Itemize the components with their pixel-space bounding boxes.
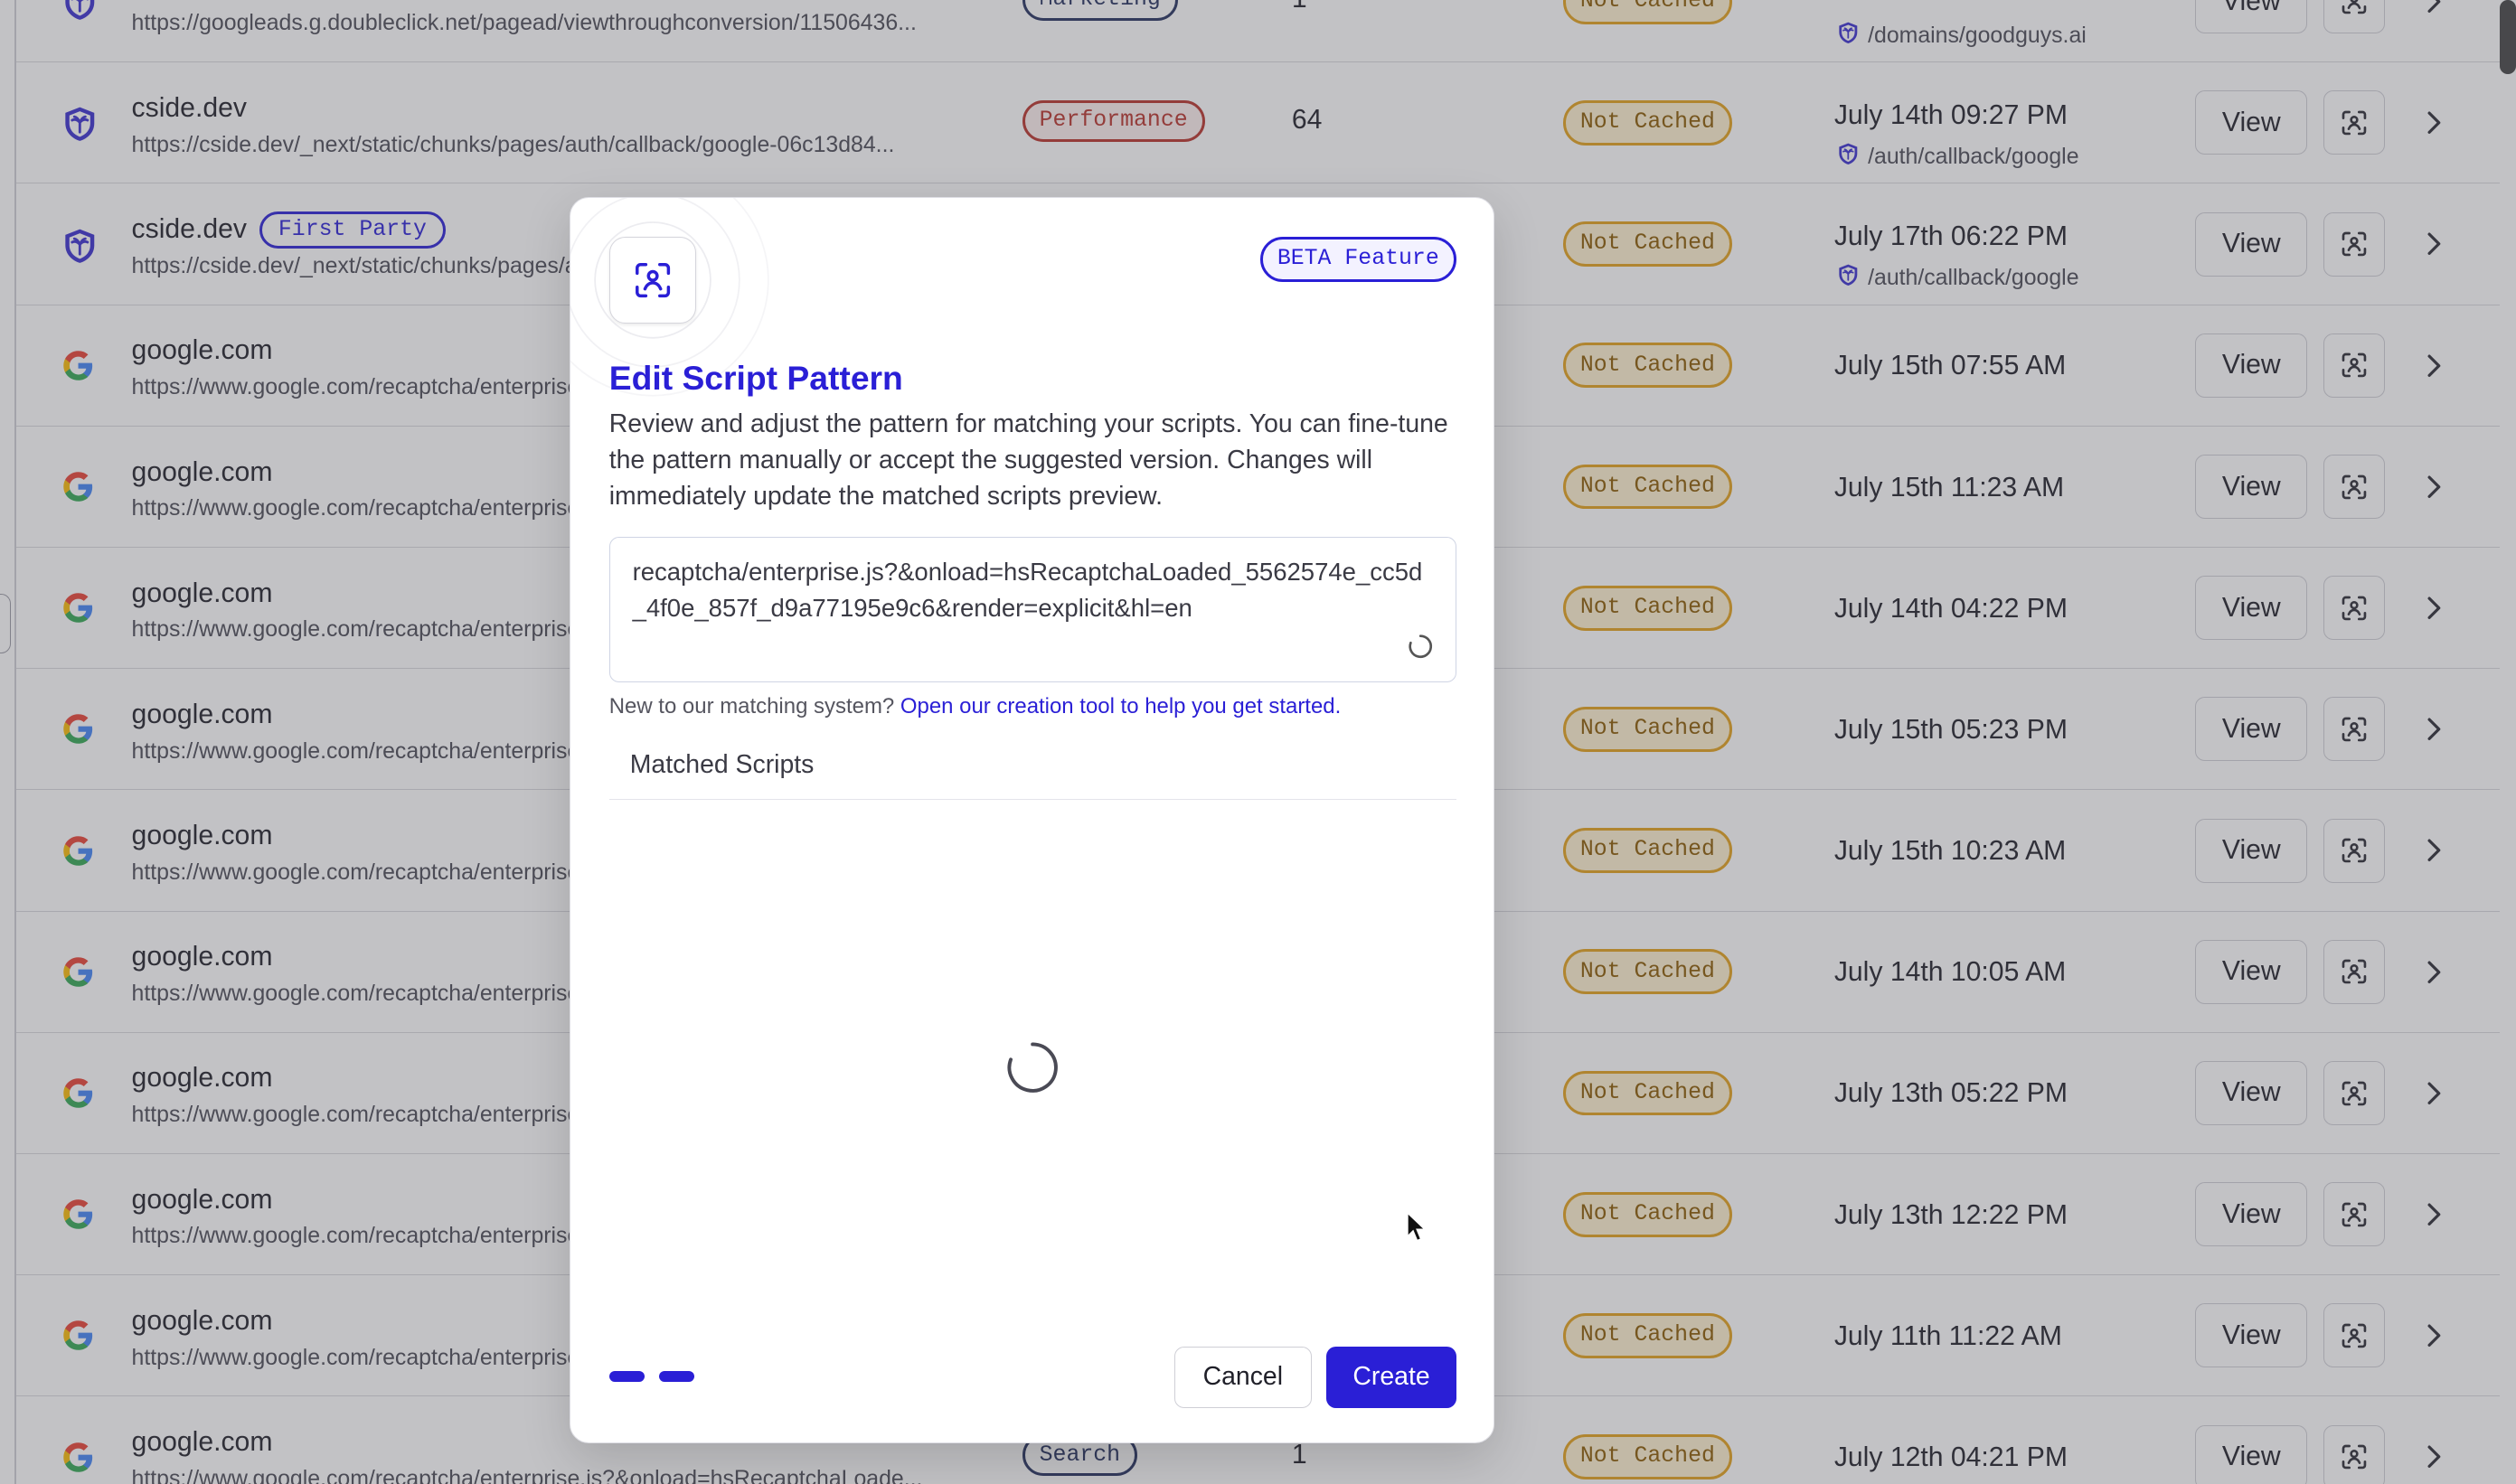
helper-text: New to our matching system?	[608, 693, 895, 719]
loading-spinner-icon	[1409, 634, 1432, 659]
mouse-cursor-icon	[1406, 1211, 1428, 1243]
step-dot[interactable]	[658, 1370, 694, 1383]
pattern-input[interactable]: recaptcha/enterprise.js?&onload=hsRecapt…	[608, 536, 1456, 683]
page: https://googleads.g.doubleclick.net/page…	[0, 0, 2516, 1484]
matched-scripts-header: Matched Scripts	[608, 744, 1456, 800]
cancel-button[interactable]: Cancel	[1173, 1347, 1313, 1408]
modal-title: Edit Script Pattern	[608, 358, 903, 397]
loading-spinner-icon	[1007, 1042, 1058, 1094]
pagination-dots	[608, 1370, 694, 1383]
modal-description: Review and adjust the pattern for matchi…	[608, 409, 1448, 511]
helper-line: New to our matching system? Open our cre…	[609, 694, 1342, 719]
step-dot[interactable]	[608, 1370, 645, 1383]
pattern-value: recaptcha/enterprise.js?&onload=hsRecapt…	[632, 557, 1423, 622]
edit-script-pattern-modal: BETA Feature Edit Script Pattern Review …	[570, 197, 1494, 1444]
creation-tool-link[interactable]: Open our creation tool to help you get s…	[900, 694, 1341, 719]
scan-icon	[608, 236, 696, 324]
beta-feature-badge: BETA Feature	[1259, 236, 1456, 282]
create-button[interactable]: Create	[1326, 1347, 1456, 1408]
